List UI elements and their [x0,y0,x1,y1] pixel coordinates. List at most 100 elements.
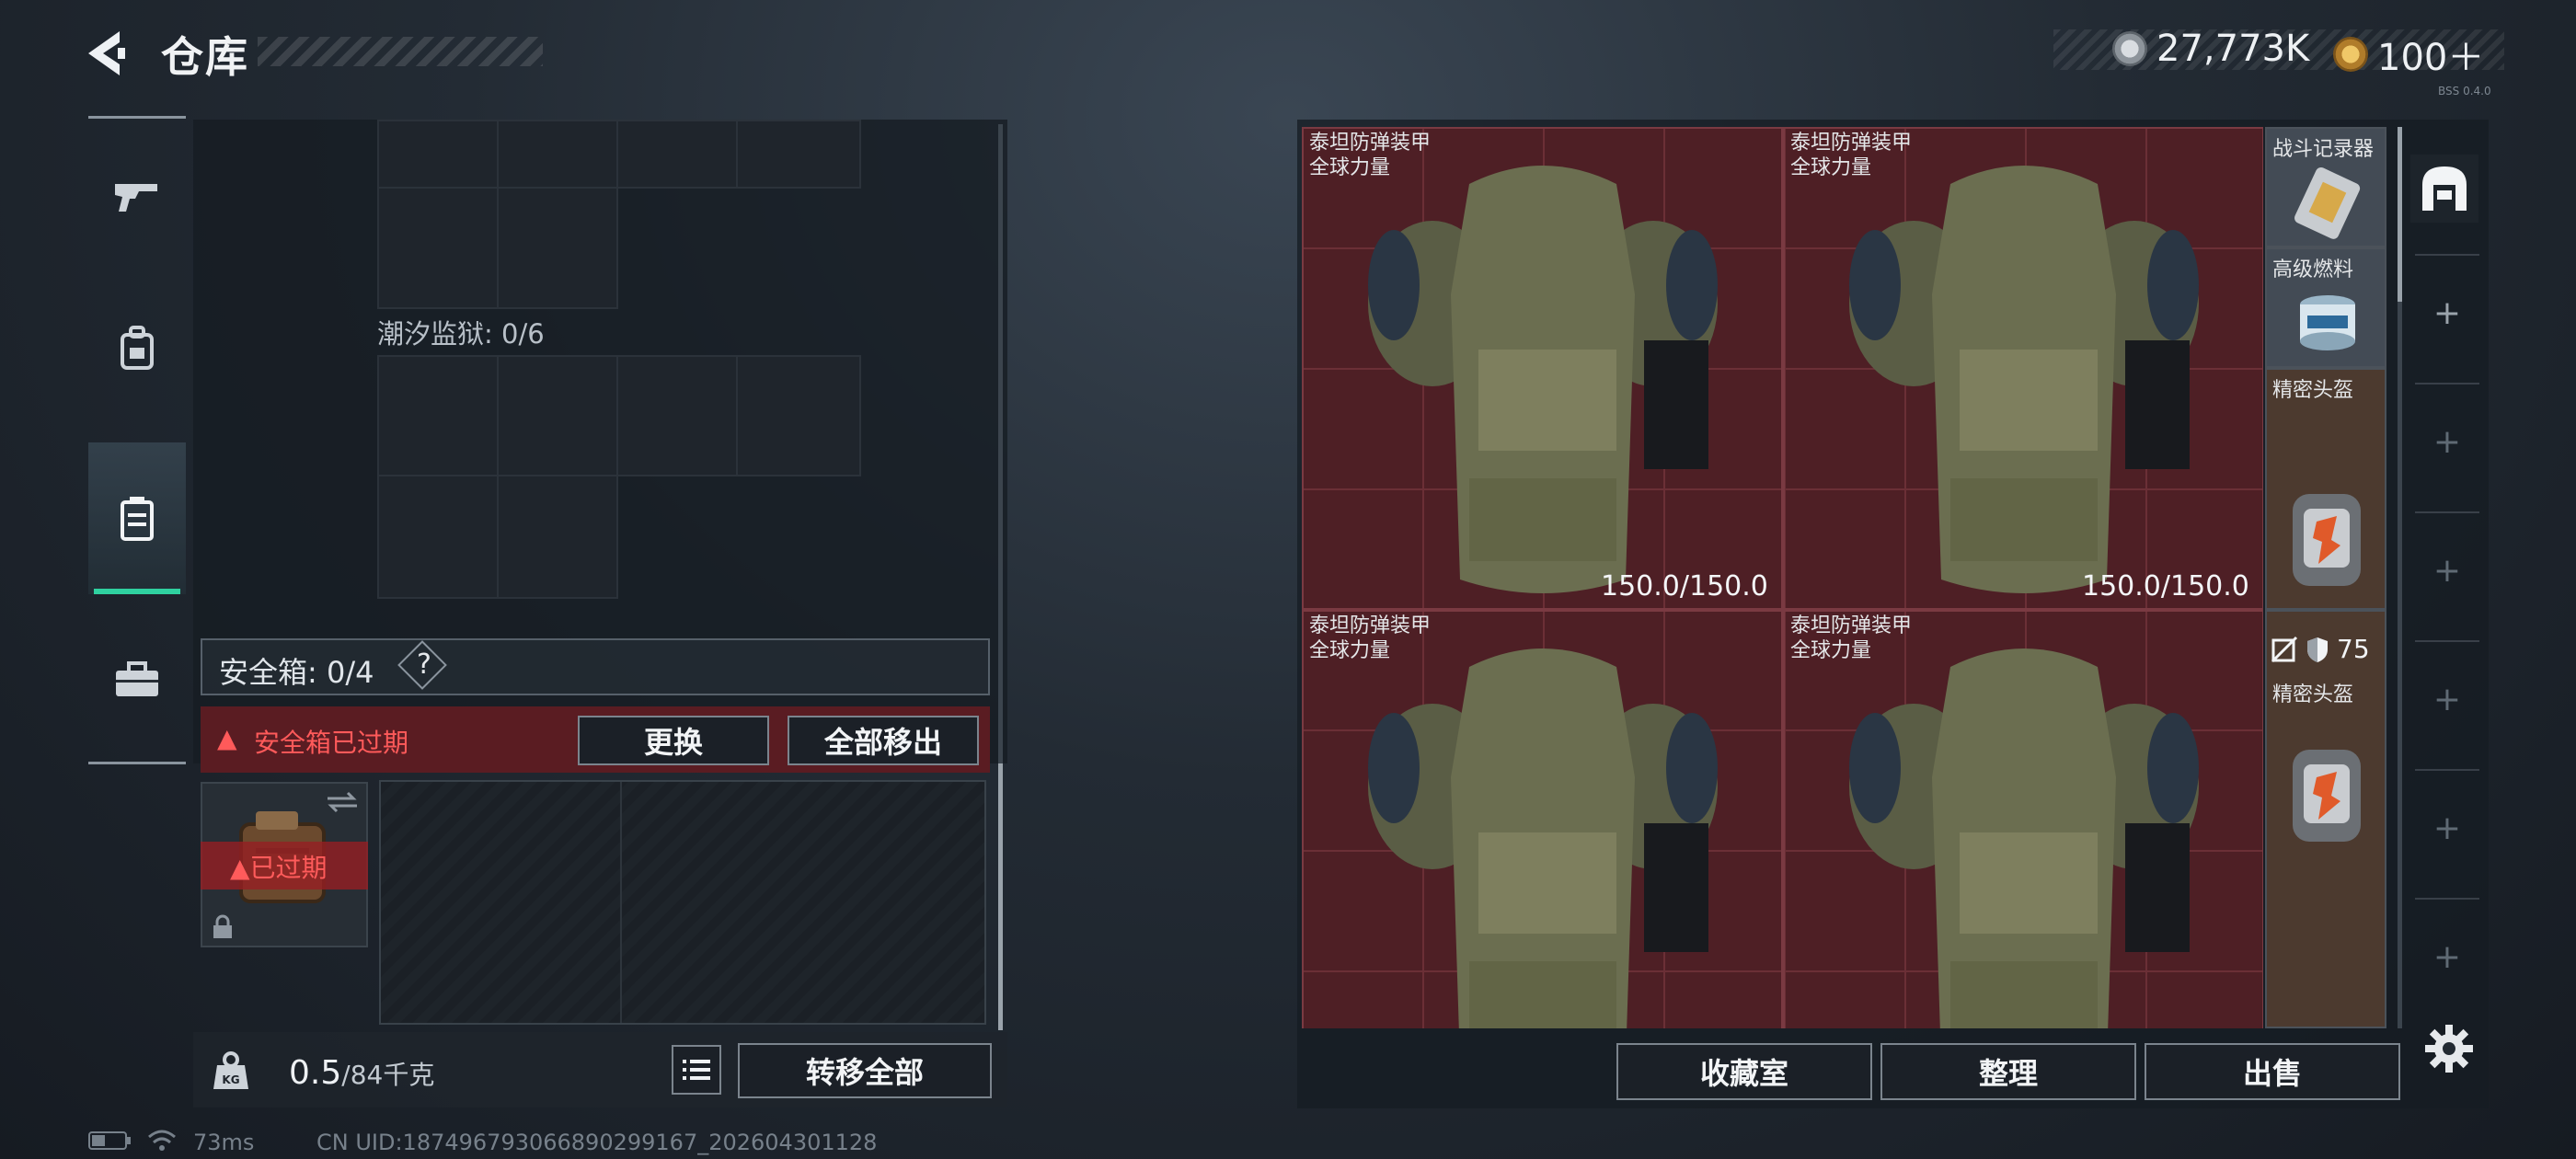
back-button[interactable] [83,26,138,81]
battery-icon [88,1130,132,1157]
case-expired-label: 已过期 [249,853,328,883]
nav-case[interactable] [88,442,186,594]
container-slot[interactable] [616,120,738,189]
tide-slot[interactable] [736,355,861,476]
armor-name: 泰坦防弹装甲 全球力量 [1790,131,1912,180]
inventory-scroll-thumb[interactable] [998,763,1003,1030]
armor-durability: 150.0/150.0 [1601,570,1768,602]
stash-grid[interactable]: 泰坦防弹装甲 全球力量 150.0/150.0 泰坦防弹装甲 全球力量 150.… [1302,127,2263,1028]
weight-max: /84千克 [341,1060,435,1090]
tide-slot[interactable] [497,475,618,599]
list-view-button[interactable] [672,1045,721,1095]
silver-coin-icon [2112,31,2147,66]
armor-image [1368,166,1718,593]
armor-title: 泰坦防弹装甲 [1309,614,1432,637]
container-slot[interactable] [497,120,618,189]
add-tab-icon[interactable]: + [2429,809,2466,847]
add-tab-icon[interactable]: + [2429,552,2466,590]
nav-bottom-line [88,762,186,764]
case-icon [121,496,154,541]
item-label: 战斗记录器 [2272,138,2375,161]
item-label: 高级燃料 [2272,258,2354,281]
container-slot[interactable] [497,187,618,309]
sell-button[interactable]: 出售 [2145,1043,2400,1100]
gold-currency[interactable]: 100＋ [2333,28,2484,81]
fuel-can-image [2300,295,2355,350]
armor-name: 泰坦防弹装甲 全球力量 [1790,614,1912,663]
weight-readout: 0.5/84千克 [289,1054,434,1092]
tab-divider [2415,640,2479,642]
tide-slot[interactable] [377,355,499,476]
stash-scroll-thumb[interactable] [2398,127,2402,302]
container-slot[interactable] [377,187,499,309]
settings-gear-icon[interactable] [2423,1023,2475,1074]
storage-tab[interactable] [2410,155,2478,223]
armor-subtitle: 全球力量 [1309,639,1391,662]
tide-slot[interactable] [616,355,738,476]
advanced-fuel-item[interactable]: 高级燃料 [2265,247,2386,368]
back-arrow-icon [88,31,125,75]
ping-readout: 73ms [193,1130,255,1155]
armor-value: 75 [2337,634,2370,664]
container-slot[interactable] [736,120,861,189]
list-icon [672,1045,721,1095]
armor-image [1849,648,2199,1028]
tab-divider [2415,254,2479,256]
armor-name: 泰坦防弹装甲 全球力量 [1309,131,1431,180]
title-decoration [258,37,543,66]
add-tab-icon[interactable]: + [2429,681,2466,718]
armor-durability: 150.0/150.0 [2082,570,2249,602]
recorder-image [2294,166,2361,239]
version-text: BSS 0.4.0 [2438,85,2491,98]
silver-currency[interactable]: 27,773K [2112,28,2309,70]
warning-icon: ▲ [217,723,237,753]
organize-button[interactable]: 整理 [1880,1043,2136,1100]
armor-subtitle: 全球力量 [1790,639,1872,662]
tide-slot[interactable] [377,475,499,599]
safebox-label: 安全箱: 0/4 [219,655,374,690]
safebox-grid[interactable] [379,780,986,1025]
collection-room-button[interactable]: 收藏室 [1616,1043,1872,1100]
nav-top-line [88,116,186,119]
transfer-all-button[interactable]: 转移全部 [738,1043,992,1098]
add-tab-icon[interactable]: + [2429,294,2466,332]
armor-subtitle: 全球力量 [1309,156,1391,179]
armor-title: 泰坦防弹装甲 [1790,132,1913,155]
replace-button[interactable]: 更换 [578,716,769,765]
armor-title: 泰坦防弹装甲 [1790,614,1913,637]
side-nav [88,116,186,764]
uid-text: CN UID:18749679306689029916​7_2026043011… [316,1130,878,1155]
inventory-scrollbar[interactable] [998,124,1003,768]
gold-coin-icon [2333,37,2368,72]
tab-divider [2415,898,2479,900]
armor-item[interactable] [1302,127,1783,610]
svg-text:KG: KG [222,1073,239,1086]
add-tab-icon[interactable]: + [2429,938,2466,976]
tab-divider [2415,383,2479,384]
pistol-icon [115,183,157,212]
grid-divider [620,782,622,1023]
warehouse-icon [2422,166,2467,211]
combat-recorder-item[interactable]: 战斗记录器 [2265,127,2386,247]
case-expired-text: ▲已过期 [230,848,328,885]
nav-toolbox[interactable] [88,603,186,755]
armor-subtitle: 全球力量 [1790,156,1872,179]
tide-slot[interactable] [497,355,618,476]
nav-weapons[interactable] [88,120,186,272]
move-all-out-button[interactable]: 全部移出 [788,716,979,765]
add-tab-icon[interactable]: + [2429,423,2466,461]
stash-side-column: 战斗记录器 高级燃料 精密头盔 75 精密头盔 [2265,127,2386,1028]
precision-helmet-item[interactable]: 精密头盔 [2265,368,2386,610]
lock-icon [213,914,232,938]
precision-helmet-item[interactable]: 75 精密头盔 [2265,610,2386,1028]
nav-backpack[interactable] [88,272,186,424]
tab-divider [2415,769,2479,771]
help-mark: ? [417,648,431,681]
armor-image [1849,166,2199,593]
armor-name: 泰坦防弹装甲 全球力量 [1309,614,1431,663]
armor-item[interactable] [1783,127,2263,610]
container-slot[interactable] [377,120,499,189]
armor-item[interactable] [1302,610,1783,1028]
armor-item[interactable] [1783,610,2263,1028]
wifi-shape [148,1130,176,1151]
